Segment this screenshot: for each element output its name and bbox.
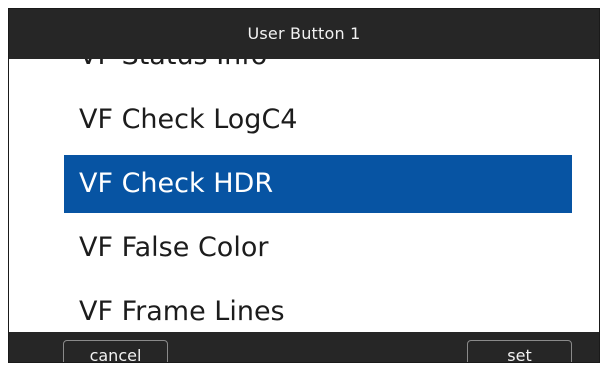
menu-list-viewport[interactable]: VF Status Info VF Check LogC4 VF Check H… bbox=[9, 59, 599, 332]
cancel-button[interactable]: cancel bbox=[63, 340, 168, 362]
menu-item-vf-frame-lines[interactable]: VF Frame Lines bbox=[9, 280, 599, 332]
set-button[interactable]: set bbox=[467, 340, 572, 362]
menu-item-label: VF Check LogC4 bbox=[79, 104, 298, 135]
menu-list: VF Status Info VF Check LogC4 VF Check H… bbox=[9, 59, 599, 332]
menu-item-label: VF Check HDR bbox=[79, 168, 274, 199]
menu-item-vf-check-hdr[interactable]: VF Check HDR bbox=[9, 152, 599, 216]
menu-item-label: VF Status Info bbox=[79, 59, 267, 71]
menu-item-vf-check-logc4[interactable]: VF Check LogC4 bbox=[9, 88, 599, 152]
menu-item-vf-false-color[interactable]: VF False Color bbox=[9, 216, 599, 280]
menu-item-vf-status-info[interactable]: VF Status Info bbox=[9, 59, 599, 88]
dialog-title: User Button 1 bbox=[9, 9, 599, 59]
menu-item-label: VF False Color bbox=[79, 232, 269, 263]
menu-item-label: VF Frame Lines bbox=[79, 296, 285, 327]
bottom-bar: cancel set bbox=[9, 332, 599, 362]
dialog-frame: User Button 1 VF Status Info VF Check Lo… bbox=[8, 8, 600, 363]
